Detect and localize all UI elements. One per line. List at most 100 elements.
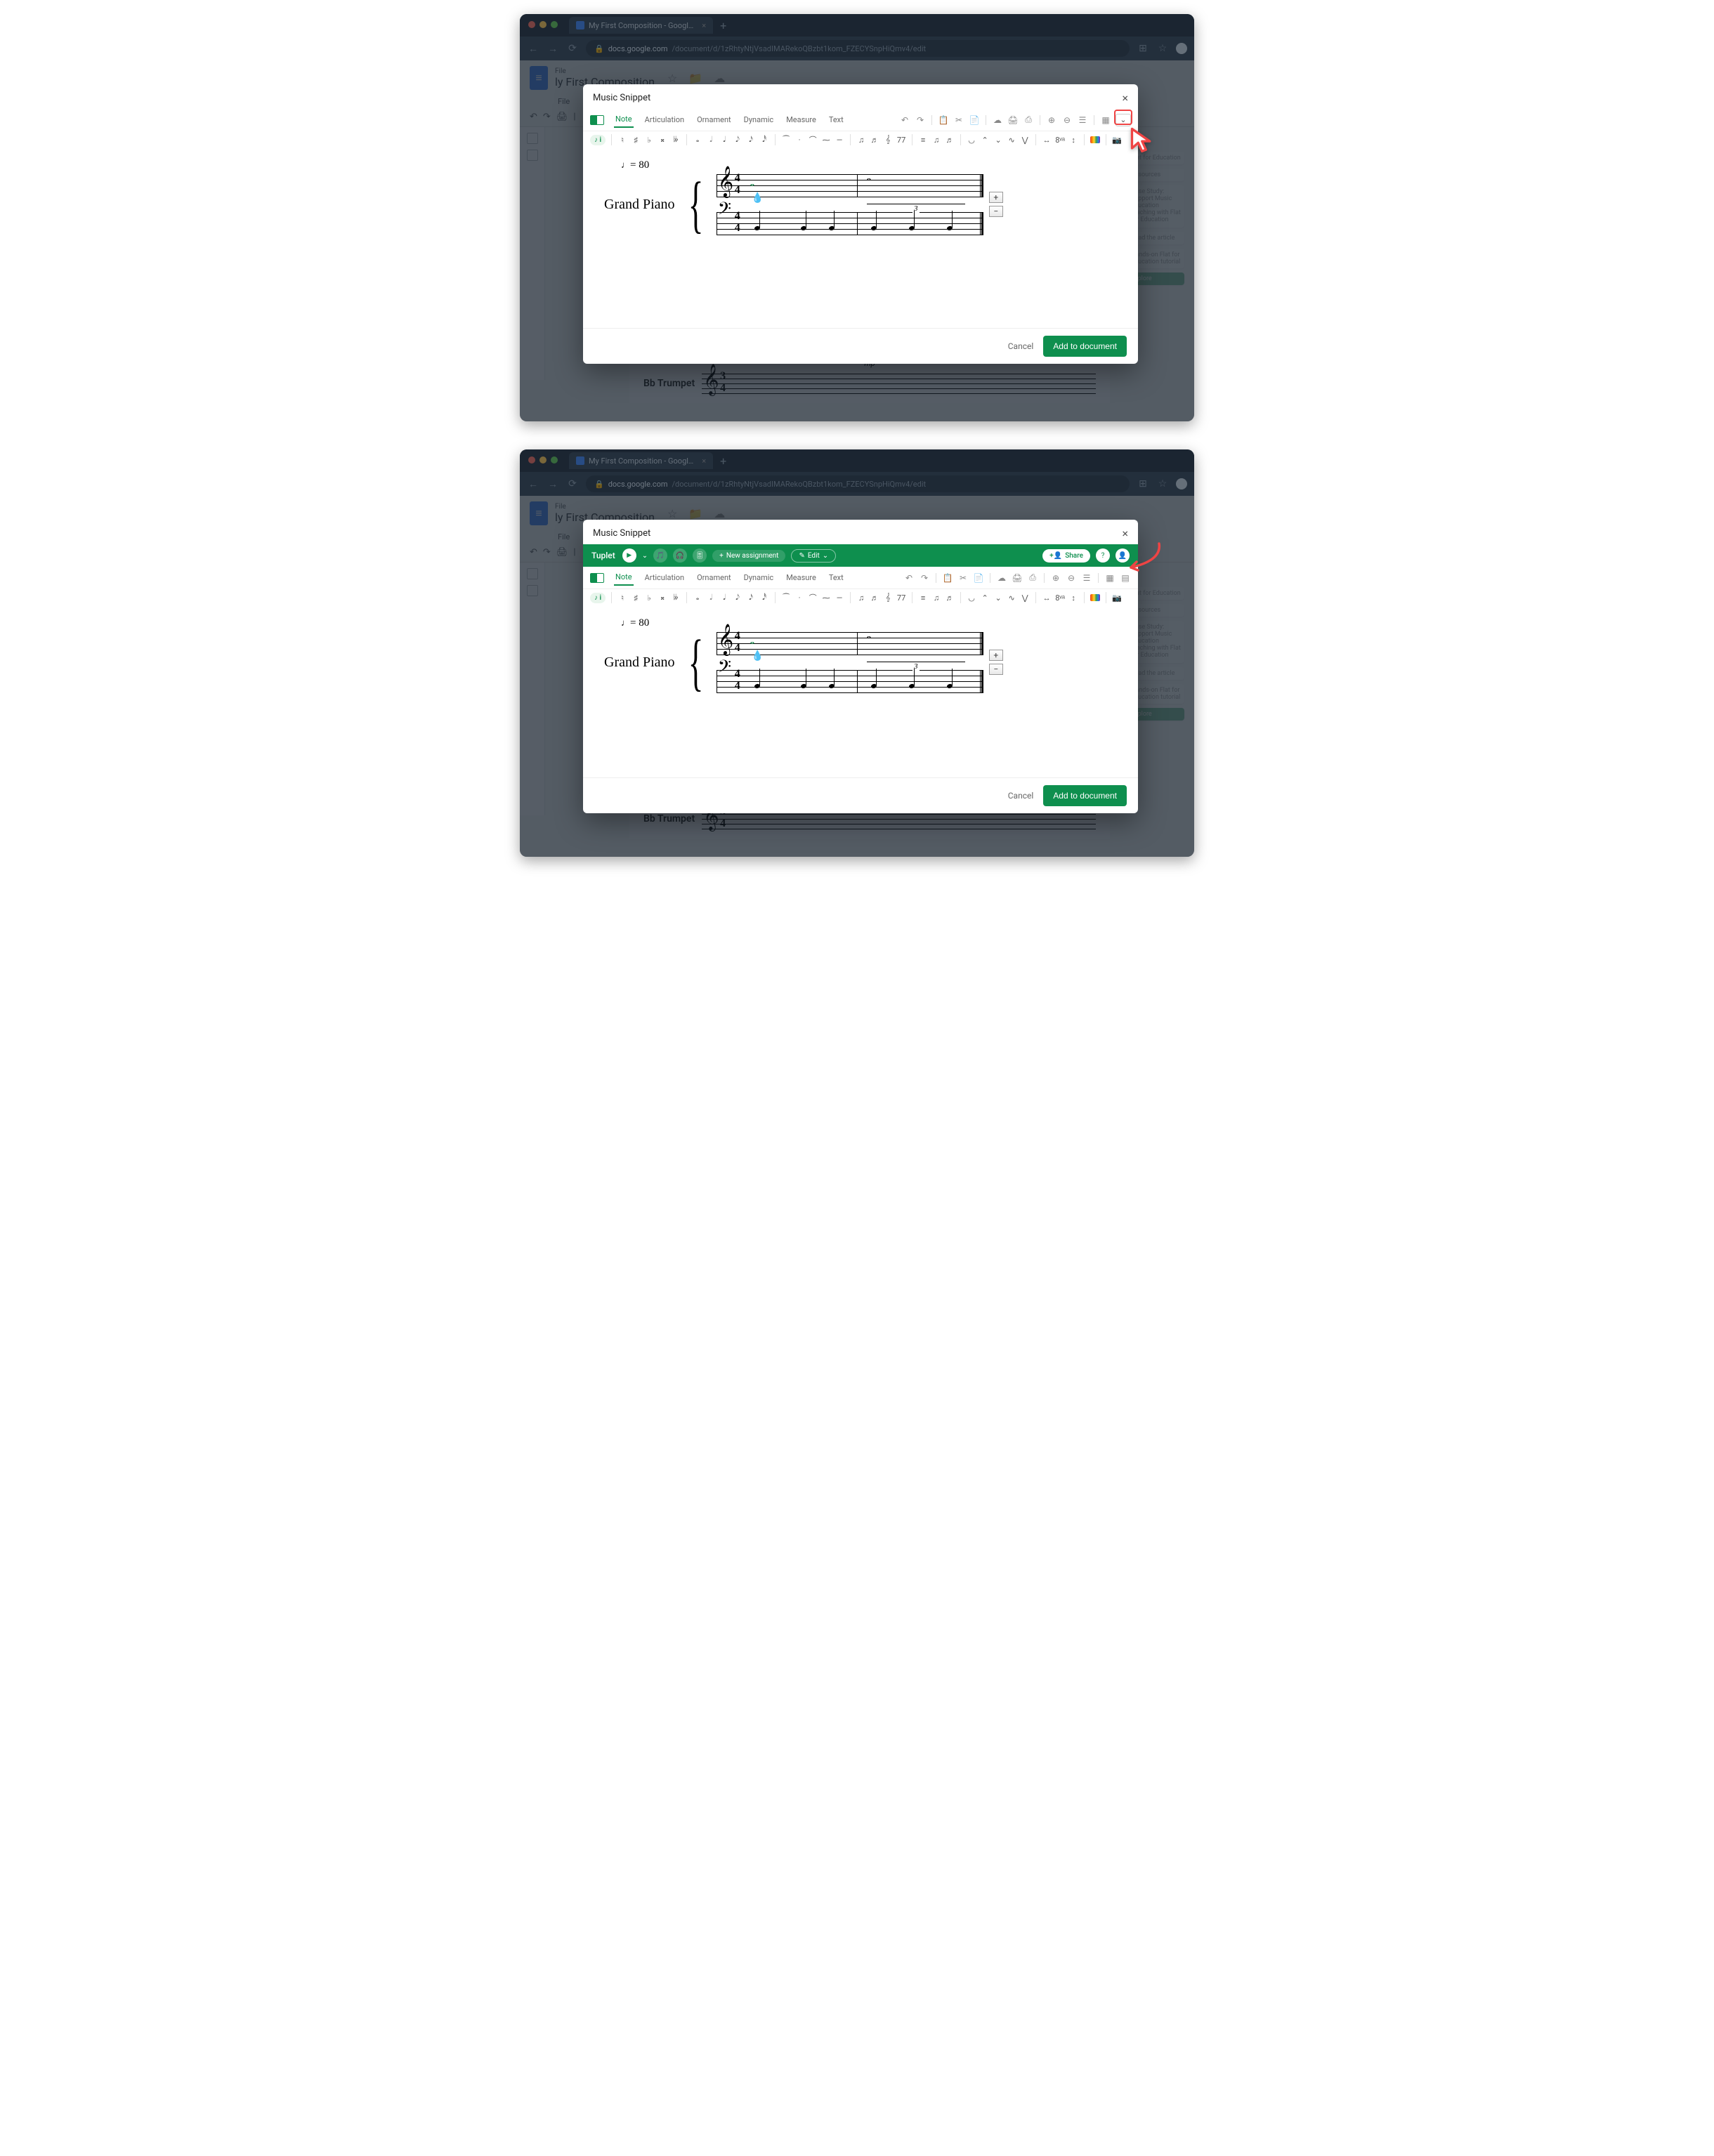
eighth-icon[interactable]: 𝅘𝅥𝅮 bbox=[733, 135, 742, 145]
grace-icon[interactable]: 𝄞 bbox=[883, 135, 893, 145]
avatar-icon[interactable] bbox=[1176, 478, 1187, 489]
zoom-out-button[interactable]: − bbox=[989, 206, 1003, 217]
tab-ornament[interactable]: Ornament bbox=[695, 570, 733, 585]
print-icon[interactable]: 🖨 bbox=[1007, 114, 1019, 126]
cloud-icon[interactable]: ☁ bbox=[996, 572, 1007, 584]
forward-icon[interactable]: → bbox=[547, 43, 559, 55]
account-icon[interactable]: 👤 bbox=[1116, 548, 1130, 563]
tab-dynamic[interactable]: Dynamic bbox=[742, 570, 776, 585]
cancel-button[interactable]: Cancel bbox=[1008, 341, 1034, 351]
zoom-in-button[interactable]: + bbox=[989, 192, 1003, 203]
help-icon[interactable]: ? bbox=[1096, 548, 1110, 563]
beam-icon[interactable]: ♫ bbox=[856, 136, 866, 145]
natural-icon[interactable]: ♮ bbox=[617, 136, 627, 145]
headphone-icon[interactable]: 🎧 bbox=[673, 548, 687, 563]
zoom-out-icon[interactable]: ⊖ bbox=[1066, 572, 1077, 584]
play-dropdown-icon[interactable]: ⌄ bbox=[642, 552, 648, 560]
close-icon[interactable]: × bbox=[1122, 91, 1128, 105]
redo-icon[interactable]: ↷ bbox=[915, 114, 926, 126]
half-icon[interactable]: 𝅗𝅥 bbox=[706, 135, 716, 145]
layout-icon[interactable]: ☰ bbox=[1081, 572, 1092, 584]
doubleflat-icon[interactable]: 𝄫 bbox=[671, 135, 681, 145]
tuning-icon[interactable]: 🎚 bbox=[693, 548, 707, 563]
zoom-in-icon[interactable]: ⊕ bbox=[1046, 114, 1057, 126]
camera-icon[interactable]: 📷 bbox=[1112, 593, 1122, 603]
color-picker-icon[interactable] bbox=[1090, 594, 1100, 601]
tab-note[interactable]: Note bbox=[614, 570, 634, 586]
score-canvas[interactable]: ♩= 80 Grand Piano { 𝄞 44 𝅝 bbox=[583, 606, 1138, 777]
avatar-icon[interactable] bbox=[1176, 43, 1187, 54]
extension-icon[interactable]: ⊞ bbox=[1137, 478, 1149, 489]
star-icon[interactable]: ☆ bbox=[1156, 478, 1169, 489]
add-to-document-button[interactable]: Add to document bbox=[1043, 785, 1127, 806]
tab-ornament[interactable]: Ornament bbox=[695, 112, 733, 127]
expand-toolbar-button[interactable]: ⌄ bbox=[1116, 114, 1131, 126]
tilde-icon[interactable]: ⁓ bbox=[821, 136, 831, 145]
color-picker-icon[interactable] bbox=[1090, 136, 1100, 143]
metronome-icon[interactable]: 🎵 bbox=[653, 548, 667, 563]
print-icon[interactable]: 🖨 bbox=[1012, 572, 1023, 584]
close-icon[interactable]: × bbox=[1122, 527, 1128, 540]
address-bar[interactable]: 🔒 docs.google.com/document/d/1zRhtyNtjVs… bbox=[586, 475, 1130, 492]
export-icon[interactable]: ⎙ bbox=[1027, 572, 1038, 584]
d3-icon[interactable]: ⌄ bbox=[993, 136, 1003, 145]
paste-icon[interactable]: 📄 bbox=[969, 114, 980, 126]
cut-icon[interactable]: ✂ bbox=[957, 572, 969, 584]
share-button[interactable]: +👤 Share bbox=[1042, 549, 1090, 563]
copy-icon[interactable]: 📋 bbox=[938, 114, 949, 126]
sixteenth-icon[interactable]: 𝅘𝅥𝅯 bbox=[746, 135, 756, 145]
undo-icon[interactable]: ↶ bbox=[899, 114, 910, 126]
back-icon[interactable]: ← bbox=[527, 43, 539, 55]
close-icon[interactable]: × bbox=[702, 456, 706, 466]
cloud-icon[interactable]: ☁ bbox=[992, 114, 1003, 126]
d5-icon[interactable]: ⋁ bbox=[1020, 136, 1030, 145]
treble-staff[interactable]: 𝄞 44 𝅝 💧 𝅝 bbox=[717, 631, 983, 656]
new-tab-button[interactable]: + bbox=[720, 19, 726, 32]
num77-icon[interactable]: 77 bbox=[896, 136, 906, 145]
play-button[interactable]: ▶ bbox=[622, 548, 636, 563]
view-icon[interactable]: ▦ bbox=[1100, 114, 1111, 126]
browser-tab[interactable]: My First Composition - Googl…× bbox=[569, 452, 713, 469]
tab-articulation[interactable]: Articulation bbox=[643, 112, 686, 127]
bass-staff[interactable]: 𝄢 44 3 bbox=[717, 669, 983, 694]
cancel-button[interactable]: Cancel bbox=[1008, 791, 1034, 801]
new-tab-button[interactable]: + bbox=[720, 454, 726, 468]
zoom-out-icon[interactable]: ⊖ bbox=[1061, 114, 1073, 126]
zoom-out-button[interactable]: − bbox=[989, 664, 1003, 675]
dash-icon[interactable]: — bbox=[835, 136, 844, 145]
tab-text[interactable]: Text bbox=[827, 570, 845, 585]
dot-icon[interactable]: · bbox=[794, 136, 804, 145]
zoom-in-icon[interactable]: ⊕ bbox=[1050, 572, 1061, 584]
star-icon[interactable]: ☆ bbox=[1156, 43, 1169, 54]
back-icon[interactable]: ← bbox=[527, 478, 539, 490]
sharp-icon[interactable]: ♯ bbox=[631, 136, 641, 145]
address-bar[interactable]: 🔒 docs.google.com/document/d/1zRhtyNtjVs… bbox=[586, 40, 1130, 57]
beam2-icon[interactable]: ♬ bbox=[870, 136, 879, 145]
tab-articulation[interactable]: Articulation bbox=[643, 570, 686, 585]
flat-icon[interactable]: ♭ bbox=[644, 136, 654, 145]
quarter-icon[interactable]: 𝅘𝅥 bbox=[719, 135, 729, 145]
reload-icon[interactable]: ⟳ bbox=[566, 478, 579, 489]
tab-dynamic[interactable]: Dynamic bbox=[742, 112, 776, 127]
tab-measure[interactable]: Measure bbox=[785, 570, 818, 585]
reload-icon[interactable]: ⟳ bbox=[566, 43, 579, 54]
c1-icon[interactable]: ≡ bbox=[918, 136, 928, 145]
score-canvas[interactable]: ♩= 80 Grand Piano { 𝄞 44 𝅝 bbox=[583, 148, 1138, 328]
copy-icon[interactable]: 📋 bbox=[942, 572, 953, 584]
note-mode-pill[interactable]: ♪ i bbox=[590, 593, 606, 603]
thirtysecond-icon[interactable]: 𝅘𝅥𝅰 bbox=[759, 135, 769, 145]
redo-icon[interactable]: ↷ bbox=[919, 572, 930, 584]
tab-measure[interactable]: Measure bbox=[785, 112, 818, 127]
undo-icon[interactable]: ↶ bbox=[903, 572, 915, 584]
note-mode-pill[interactable]: ♪ i bbox=[590, 135, 606, 145]
view2-icon[interactable]: ▤ bbox=[1120, 572, 1131, 584]
add-to-document-button[interactable]: Add to document bbox=[1043, 336, 1127, 357]
octave-icon[interactable]: 8ᵛᵃ bbox=[1055, 136, 1065, 145]
piano-icon[interactable] bbox=[590, 573, 604, 583]
bass-staff[interactable]: 𝄢 44 3 bbox=[717, 211, 983, 236]
d2-icon[interactable]: ⌃ bbox=[980, 136, 990, 145]
c2-icon[interactable]: ♫ bbox=[931, 136, 941, 145]
new-assignment-button[interactable]: + New assignment bbox=[712, 550, 785, 562]
treble-staff[interactable]: 𝄞 44 𝅝 💧 𝅝 bbox=[717, 173, 983, 198]
zoom-in-button[interactable]: + bbox=[989, 650, 1003, 661]
